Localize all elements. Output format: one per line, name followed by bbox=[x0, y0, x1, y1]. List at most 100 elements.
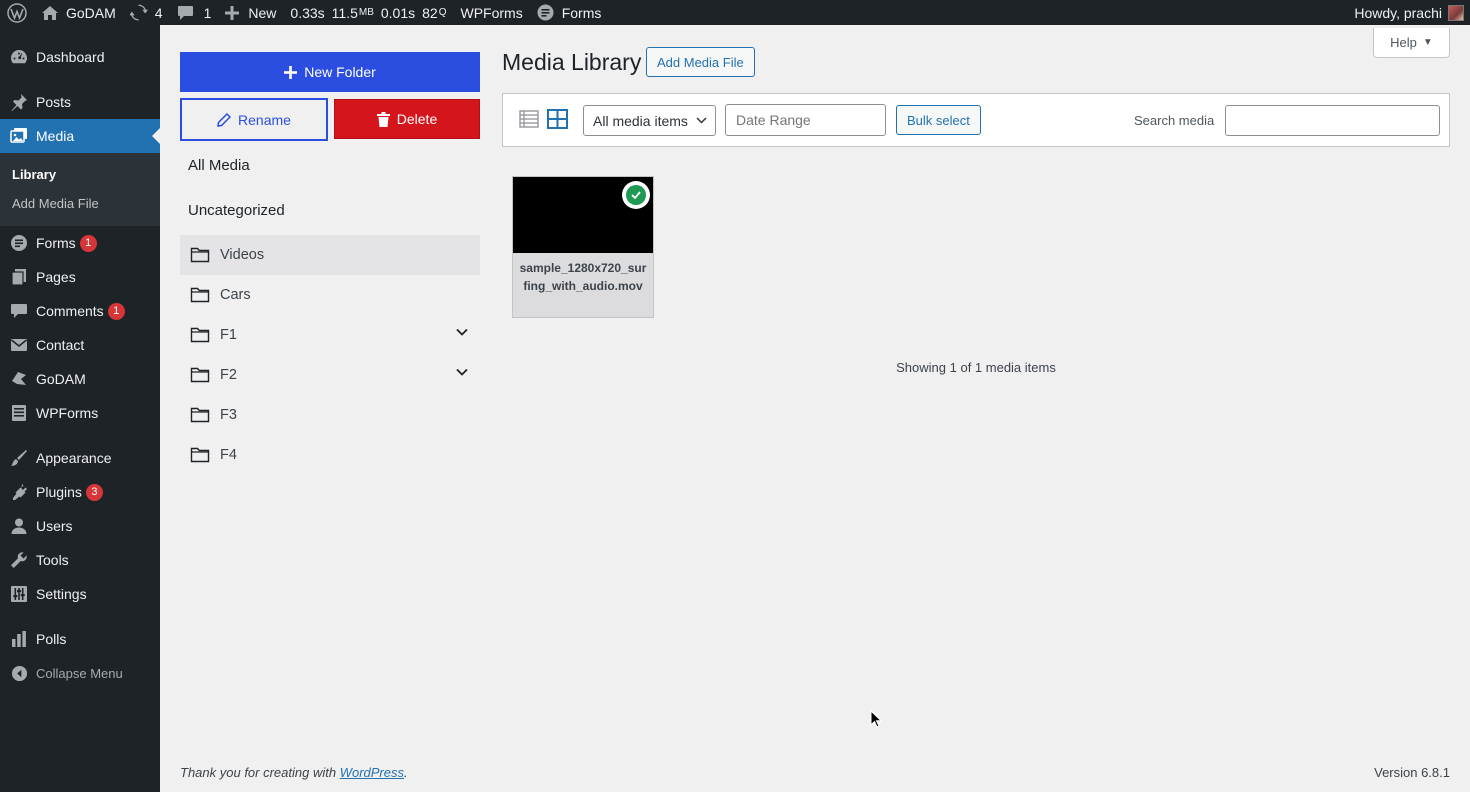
sidebar-item-plugins[interactable]: Plugins 3 bbox=[0, 475, 160, 509]
avatar bbox=[1448, 4, 1464, 21]
forms-menu[interactable]: Forms bbox=[530, 0, 609, 25]
sidebar-label: Contact bbox=[36, 337, 85, 353]
attachment-filename: sample_1280x720_surfing_with_audio.mov bbox=[519, 261, 647, 293]
help-label: Help bbox=[1390, 35, 1417, 50]
list-view-icon[interactable] bbox=[519, 110, 539, 128]
search-media-label: Search media bbox=[1134, 113, 1215, 128]
plus-icon bbox=[284, 65, 298, 79]
folder-item-cars[interactable]: Cars bbox=[180, 275, 480, 315]
query-monitor-menu[interactable]: 0.33s 11.5 MB 0.01s 82 Q bbox=[283, 0, 453, 25]
chevron-down-icon bbox=[696, 117, 707, 124]
new-content-menu[interactable]: New bbox=[218, 0, 283, 25]
add-media-file-button[interactable]: Add Media File bbox=[646, 47, 755, 77]
sidebar-label: Media bbox=[36, 128, 75, 144]
footer-version: Version 6.8.1 bbox=[1374, 765, 1450, 780]
new-folder-label: New Folder bbox=[304, 64, 376, 80]
forms-icon bbox=[9, 233, 29, 253]
sidebar-item-godam[interactable]: GoDAM bbox=[0, 362, 160, 396]
folder-item-videos[interactable]: Videos bbox=[180, 235, 480, 275]
folder-icon bbox=[190, 287, 210, 303]
user-icon bbox=[9, 516, 29, 536]
wordpress-link[interactable]: WordPress bbox=[340, 765, 404, 780]
caret-down-icon: ▼ bbox=[1422, 37, 1433, 48]
sidebar-item-users[interactable]: Users bbox=[0, 509, 160, 543]
folder-icon bbox=[190, 407, 210, 423]
submenu-add-media-file[interactable]: Add Media File bbox=[0, 189, 160, 218]
perf-mem: 11.5 bbox=[331, 4, 358, 21]
site-name-menu[interactable]: GoDAM bbox=[34, 0, 123, 25]
sidebar-item-pages[interactable]: Pages bbox=[0, 260, 160, 294]
updates-count: 4 bbox=[154, 4, 163, 21]
chevron-down-icon[interactable] bbox=[456, 328, 468, 336]
folder-item-f1[interactable]: F1 bbox=[180, 315, 480, 355]
perf-time: 0.33s bbox=[290, 4, 325, 21]
sidebar-item-posts[interactable]: Posts bbox=[0, 85, 160, 119]
date-range-input[interactable] bbox=[725, 104, 886, 136]
plugins-badge: 3 bbox=[85, 483, 103, 501]
new-folder-button[interactable]: New Folder bbox=[180, 52, 480, 92]
forms-label: Forms bbox=[561, 4, 602, 21]
folder-icon bbox=[190, 447, 210, 463]
my-account-menu[interactable]: Howdy, prachi bbox=[1347, 0, 1470, 25]
folder-item-f3[interactable]: F3 bbox=[180, 395, 480, 435]
paintbrush-icon bbox=[9, 448, 29, 468]
howdy-greeting: Howdy, prachi bbox=[1354, 4, 1442, 21]
sidebar-item-settings[interactable]: Settings bbox=[0, 577, 160, 611]
folder-icon bbox=[190, 327, 210, 343]
footer-thanks-text: Thank you for creating with bbox=[180, 765, 340, 780]
plug-icon bbox=[9, 482, 29, 502]
folder-item-f4[interactable]: F4 bbox=[180, 435, 480, 475]
wrench-icon bbox=[9, 550, 29, 570]
folder-icon bbox=[190, 367, 210, 383]
collapse-menu-button[interactable]: Collapse Menu bbox=[0, 656, 160, 690]
sidebar-item-comments[interactable]: Comments 1 bbox=[0, 294, 160, 328]
sidebar-label: GoDAM bbox=[36, 371, 86, 387]
bulk-select-button[interactable]: Bulk select bbox=[896, 105, 981, 135]
site-name: GoDAM bbox=[66, 4, 116, 21]
sidebar-label: Collapse Menu bbox=[36, 665, 123, 681]
selected-check-badge[interactable] bbox=[622, 181, 650, 209]
all-media-link[interactable]: All Media bbox=[180, 143, 480, 188]
wpforms-menu[interactable]: WPForms bbox=[453, 0, 529, 25]
help-tab-button[interactable]: Help ▼ bbox=[1373, 28, 1450, 58]
grid-view-icon[interactable] bbox=[547, 109, 568, 129]
sidebar-label: Tools bbox=[36, 552, 69, 568]
home-icon bbox=[42, 5, 58, 20]
sidebar-label: Comments bbox=[36, 303, 104, 319]
folder-icon bbox=[190, 247, 210, 263]
updates-menu[interactable]: 4 bbox=[123, 0, 170, 25]
pencil-icon bbox=[217, 112, 232, 127]
submenu-library[interactable]: Library bbox=[0, 160, 160, 189]
perf-queries-unit: Q bbox=[438, 7, 447, 18]
chevron-down-icon[interactable] bbox=[456, 368, 468, 376]
search-media-input[interactable] bbox=[1225, 105, 1440, 136]
envelope-icon bbox=[9, 335, 29, 355]
sidebar-item-media[interactable]: Media bbox=[0, 119, 160, 153]
delete-button[interactable]: Delete bbox=[334, 99, 480, 139]
comments-menu[interactable]: 1 bbox=[170, 0, 219, 25]
sidebar-label: Pages bbox=[36, 269, 76, 285]
mouse-pointer-icon bbox=[870, 710, 882, 728]
sidebar-item-polls[interactable]: Polls bbox=[0, 622, 160, 656]
sidebar-item-dashboard[interactable]: Dashboard bbox=[0, 40, 160, 74]
footer-thanks-suffix: . bbox=[404, 765, 408, 780]
pushpin-icon bbox=[9, 92, 29, 112]
sidebar-item-contact[interactable]: Contact bbox=[0, 328, 160, 362]
footer-thanks: Thank you for creating with WordPress. bbox=[180, 765, 408, 780]
sidebar-item-appearance[interactable]: Appearance bbox=[0, 441, 160, 475]
folder-item-f2[interactable]: F2 bbox=[180, 355, 480, 395]
plus-icon bbox=[225, 5, 240, 20]
sidebar-item-forms[interactable]: Forms 1 bbox=[0, 226, 160, 260]
page-title: Media Library bbox=[502, 49, 642, 75]
wpforms-label: WPForms bbox=[460, 4, 523, 21]
media-type-filter-select[interactable]: All media items bbox=[583, 105, 716, 136]
sidebar-item-tools[interactable]: Tools bbox=[0, 543, 160, 577]
media-attachment-tile[interactable]: sample_1280x720_surfing_with_audio.mov bbox=[512, 176, 654, 318]
rename-button[interactable]: Rename bbox=[180, 98, 328, 141]
wordpress-logo-icon bbox=[7, 2, 27, 23]
wordpress-logo-menu[interactable] bbox=[0, 0, 34, 25]
godam-logo-icon bbox=[9, 369, 29, 389]
bar-chart-icon bbox=[9, 629, 29, 649]
uncategorized-link[interactable]: Uncategorized bbox=[180, 188, 480, 233]
sidebar-item-wpforms[interactable]: WPForms bbox=[0, 396, 160, 430]
